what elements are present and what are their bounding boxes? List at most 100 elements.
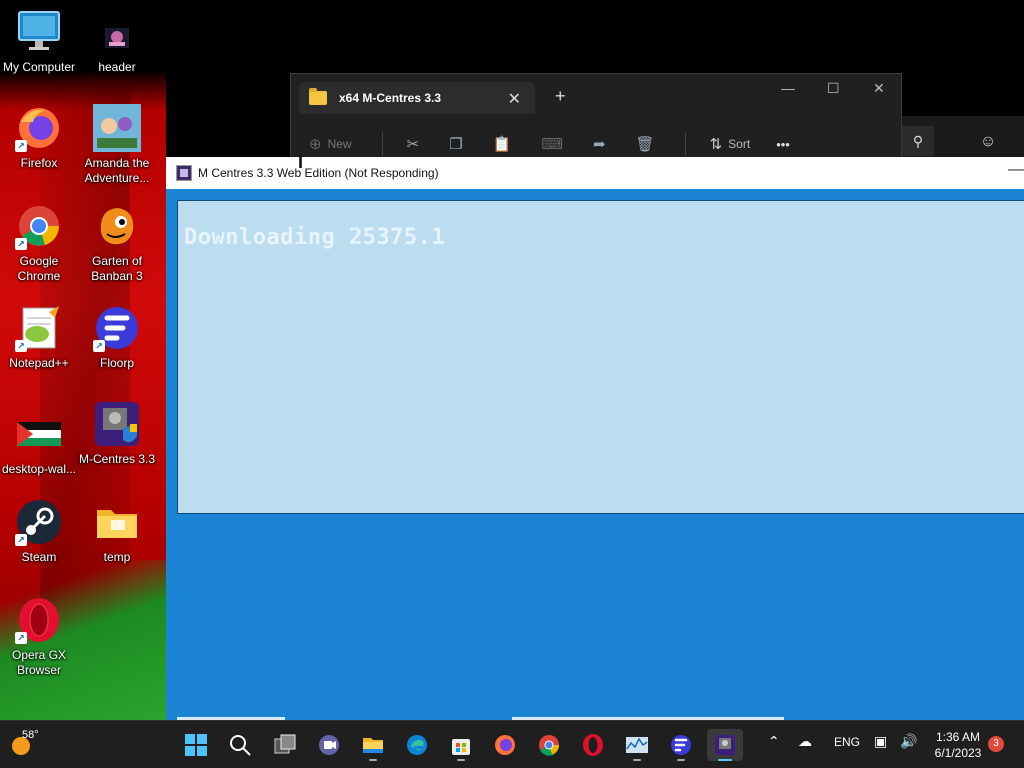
chat-button[interactable] [311, 729, 347, 761]
desktop-icon-my-computer[interactable]: My Computer [0, 8, 78, 75]
download-status: Downloading 25375.1 [184, 225, 446, 250]
shortcut-arrow-icon: ↗ [15, 340, 27, 352]
m-centres-window: M Centres 3.3 Web Edition (Not Respondin… [166, 157, 1024, 720]
desktop-icon-label: Floorp [99, 356, 134, 370]
desktop-icon-label: temp [103, 550, 131, 564]
taskbar-firefox[interactable] [487, 729, 523, 761]
desktop-icon-firefox[interactable]: ↗ Firefox [0, 104, 78, 171]
shortcut-arrow-icon: ↗ [15, 140, 27, 152]
task-view-icon [274, 734, 296, 754]
maximize-button[interactable]: ☐ [827, 80, 840, 97]
taskbar-monitor-app[interactable] [619, 729, 655, 761]
search-icon[interactable]: ⚲ [902, 126, 934, 156]
desktop-icon-chrome[interactable]: ↗ Google Chrome [0, 202, 78, 284]
new-tab-button[interactable]: + [555, 86, 566, 107]
chrome-icon: ↗ [15, 202, 63, 250]
system-clock[interactable]: 1:36 AM 6/1/2023 [928, 729, 988, 761]
minimize-button[interactable]: — [781, 80, 795, 96]
cut-icon[interactable]: ✂ [407, 135, 420, 153]
desktop-icon-label: Steam [21, 550, 57, 564]
new-button[interactable]: New [328, 137, 352, 151]
search-icon [230, 735, 251, 756]
image-icon [99, 20, 135, 56]
clock-date: 6/1/2023 [934, 746, 982, 760]
taskbar-m-centres[interactable] [707, 729, 743, 761]
taskbar: 58° ⌃ ☁ ENG ▣ 🔊 1:36 AM 6/1/2023 [0, 720, 1024, 768]
sort-icon: ⇅ [709, 136, 723, 153]
language-indicator[interactable]: ENG [834, 735, 860, 749]
rename-icon[interactable]: ⌨ [541, 135, 563, 153]
taskbar-floorp[interactable] [663, 729, 699, 761]
mcentres-icon [93, 400, 141, 448]
floorp-icon: ↗ [93, 304, 141, 352]
volume-icon[interactable]: 🔊 [900, 733, 917, 750]
taskbar-opera[interactable] [575, 729, 611, 761]
weather-temp: 58° [22, 729, 39, 741]
desktop-icon-garten-of-banban[interactable]: Garten of Banban 3 [78, 202, 156, 284]
copy-icon[interactable]: ❐ [449, 135, 462, 153]
taskbar-chrome[interactable] [531, 729, 567, 761]
desktop-icon-m-centres[interactable]: M-Centres 3.3 [78, 400, 156, 467]
sort-button[interactable]: Sort [728, 137, 750, 151]
chevron-up-icon[interactable]: ⌃ [768, 733, 780, 750]
running-indicator [718, 759, 732, 761]
running-indicator [677, 759, 685, 761]
minimize-button[interactable]: — [1008, 161, 1024, 179]
explorer-tab-title: x64 M-Centres 3.3 [339, 91, 442, 105]
app-icon [176, 165, 192, 181]
taskbar-store[interactable] [443, 729, 479, 761]
explorer-tab[interactable]: x64 M-Centres 3.3 ✕ [299, 82, 535, 114]
weather-widget[interactable]: 58° [8, 729, 58, 761]
desktop-icon-label: desktop-wal... [1, 462, 77, 476]
steam-icon: ↗ [15, 498, 63, 546]
paste-icon[interactable]: 📋 [493, 135, 512, 153]
taskbar-edge[interactable] [399, 729, 435, 761]
onedrive-icon[interactable]: ☁ [798, 733, 812, 750]
desktop-icon-floorp[interactable]: ↗ Floorp [78, 304, 156, 371]
desktop-icon-label: My Computer [2, 60, 76, 74]
running-indicator [369, 759, 377, 761]
floorp-icon [671, 735, 691, 755]
toolbar-divider [381, 132, 383, 156]
taskbar-file-explorer[interactable] [355, 729, 391, 761]
folder-icon [309, 88, 327, 105]
desktop-icon-label: header [98, 60, 136, 74]
more-options-button[interactable]: ••• [776, 137, 790, 152]
edge-icon [407, 735, 427, 755]
start-button[interactable] [178, 729, 214, 761]
mcentres-icon [715, 735, 735, 755]
shortcut-arrow-icon: ↗ [15, 632, 27, 644]
profile-icon[interactable]: ☺ [974, 128, 1002, 156]
desktop-icon-desktop-wallpaper[interactable]: desktop-wal... [0, 410, 78, 477]
desktop-icon-label: Garten of Banban 3 [91, 254, 143, 283]
windows-icon [185, 734, 207, 756]
desktop-icon-notepadpp[interactable]: ↗ Notepad++ [0, 304, 78, 371]
firefox-icon: ↗ [15, 104, 63, 152]
search-button[interactable] [222, 729, 258, 761]
desktop-icon-steam[interactable]: ↗ Steam [0, 498, 78, 565]
desktop-icon-label: M-Centres 3.3 [78, 452, 156, 466]
text-cursor-icon: I [298, 152, 304, 172]
desktop-icon-header[interactable]: header [78, 20, 156, 75]
task-view-button[interactable] [267, 729, 303, 761]
desktop-icon-label: Notepad++ [9, 356, 69, 370]
share-icon[interactable]: ➦ [593, 135, 606, 153]
close-window-button[interactable]: ✕ [873, 80, 885, 97]
app-titlebar[interactable]: M Centres 3.3 Web Edition (Not Respondin… [166, 157, 1024, 189]
new-icon: ⊕ [309, 136, 322, 153]
network-icon[interactable]: ▣ [874, 733, 887, 750]
file-explorer-window: x64 M-Centres 3.3 ✕ + — ☐ ✕ ⊕ New ✂ ❐ 📋 … [290, 73, 902, 163]
activity-monitor-icon [626, 737, 648, 753]
clock-time: 1:36 AM [935, 730, 981, 744]
desktop-icon-amanda[interactable]: Amanda the Adventure... [78, 104, 156, 186]
shortcut-arrow-icon: ↗ [15, 238, 27, 250]
close-icon[interactable]: ✕ [508, 89, 521, 109]
shortcut-arrow-icon: ↗ [93, 340, 105, 352]
desktop-icon-temp[interactable]: temp [78, 498, 156, 565]
desktop-icon-label: Firefox [20, 156, 58, 170]
desktop-icon-label: Opera GX Browser [11, 648, 67, 677]
firefox-icon [495, 735, 515, 755]
notification-badge[interactable]: 3 [988, 736, 1004, 752]
desktop-icon-opera-gx[interactable]: ↗ Opera GX Browser [0, 596, 78, 678]
delete-icon[interactable]: 🗑 [636, 135, 655, 153]
